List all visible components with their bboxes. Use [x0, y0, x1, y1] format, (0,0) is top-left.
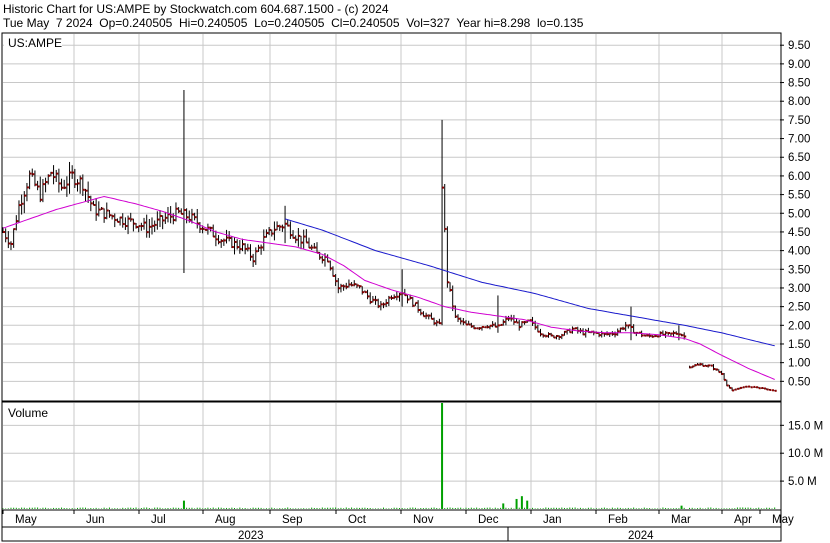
month-label: Jan [543, 514, 562, 526]
price-tick-label: 4.50 [788, 227, 810, 239]
price-tick-label: 6.50 [788, 152, 810, 164]
month-label: Apr [734, 514, 752, 526]
volume-tick-label: 5.0 M [788, 476, 817, 488]
price-panel-label: US:AMPE [8, 36, 62, 50]
price-tick-label: 7.50 [788, 115, 810, 127]
date-axis-frame [1, 509, 782, 542]
moving-average-long-line [284, 218, 775, 347]
year-label: 2023 [238, 530, 264, 542]
month-label: Nov [413, 514, 434, 526]
price-tick-label: 3.00 [788, 283, 810, 295]
month-label: Jul [151, 514, 166, 526]
month-label: Oct [348, 514, 367, 526]
month-labels: May Jun Jul Aug Sep Oct Nov Dec Jan Feb Mar Apr May [2, 510, 794, 526]
price-tick-label: 8.00 [788, 96, 810, 108]
month-label: Feb [608, 514, 628, 526]
price-grid [3, 44, 780, 382]
month-label: Aug [215, 514, 235, 526]
price-tick-label: 5.50 [788, 190, 810, 202]
month-label: Mar [671, 514, 691, 526]
price-tick-label: 0.50 [788, 376, 810, 388]
header-quote: Tue May 7 2024 Op=0.240505 Hi=0.240505 L… [3, 16, 584, 30]
price-tick-label: 1.50 [788, 339, 810, 351]
volume-panel-frame [1, 401, 782, 511]
price-bars [2, 90, 777, 392]
month-label: May [15, 514, 37, 526]
price-tick-label: 9.50 [788, 40, 810, 52]
year-labels: 2023 2024 [238, 527, 654, 542]
price-tick-label: 5.00 [788, 208, 810, 220]
volume-panel-label: Volume [8, 406, 48, 420]
month-label: Sep [282, 514, 302, 526]
month-grid [73, 34, 723, 509]
price-tick-label: 1.00 [788, 358, 810, 370]
stock-chart: Historic Chart for US:AMPE by Stockwatch… [1, 2, 823, 542]
chart-window: Historic Chart for US:AMPE by Stockwatch… [0, 0, 830, 543]
price-tick-label: 6.00 [788, 171, 810, 183]
price-axis-ticks: 0.50 1.00 1.50 2.00 2.50 3.00 3.50 4.00 4.50 5.00… [780, 40, 810, 388]
price-tick-label: 2.50 [788, 302, 810, 314]
price-tick-label: 7.00 [788, 134, 810, 146]
volume-tick-label: 10.0 M [788, 448, 823, 460]
price-tick-label: 2.00 [788, 320, 810, 332]
header-title: Historic Chart for US:AMPE by Stockwatch… [3, 2, 389, 16]
price-tick-label: 8.50 [788, 78, 810, 90]
volume-grid [3, 424, 780, 482]
price-tick-label: 9.00 [788, 59, 810, 71]
month-label: Jun [86, 514, 105, 526]
volume-axis-ticks: 5.0 M 10.0 M 15.0 M [780, 420, 823, 488]
price-tick-label: 4.00 [788, 246, 810, 258]
month-label: Dec [478, 514, 499, 526]
price-panel-frame [1, 32, 782, 402]
month-label: May [772, 514, 794, 526]
volume-tick-label: 15.0 M [788, 420, 823, 432]
price-tick-label: 3.50 [788, 264, 810, 276]
year-label: 2024 [628, 530, 654, 542]
